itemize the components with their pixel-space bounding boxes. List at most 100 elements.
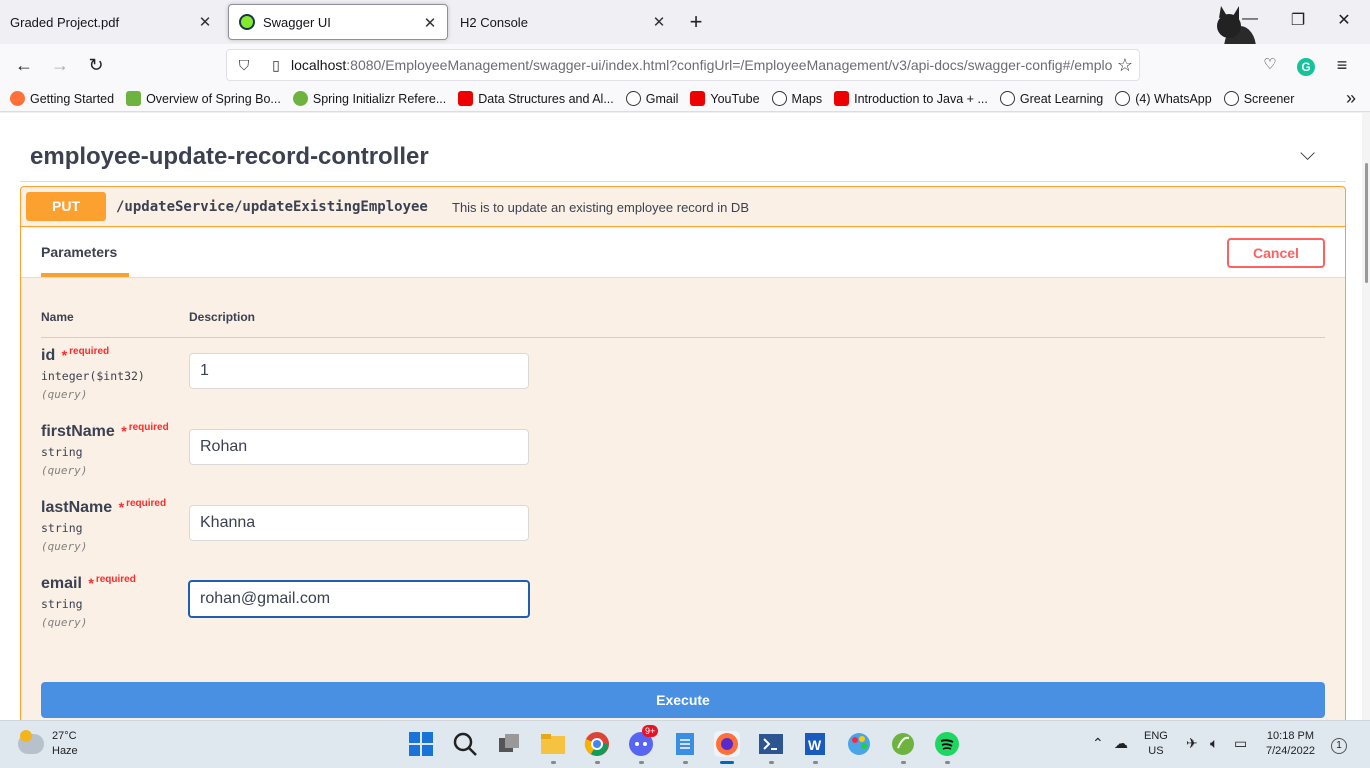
tab-strip: Graded Project.pdf ✕ Swagger UI ✕ H2 Con… bbox=[0, 0, 1370, 74]
firstname-input[interactable]: Rohan bbox=[189, 429, 529, 465]
tab-parameters[interactable]: Parameters bbox=[41, 244, 129, 277]
required-label: required bbox=[128, 422, 169, 433]
navigation-bar: ← → ↻ ⛉ ▯ localhost:8080/EmployeeManagem… bbox=[0, 44, 1370, 86]
operation-summary[interactable]: PUT /updateService/updateExistingEmploye… bbox=[21, 187, 1345, 227]
lastname-input[interactable]: Khanna bbox=[189, 505, 529, 541]
globe-icon bbox=[1223, 91, 1239, 106]
email-input[interactable]: rohan@gmail.com bbox=[188, 580, 530, 618]
back-icon[interactable]: ← bbox=[12, 53, 36, 77]
bookmark-spring-overview[interactable]: Overview of Spring Bo... bbox=[126, 91, 281, 106]
close-icon[interactable]: ✕ bbox=[650, 13, 668, 31]
pocket-icon[interactable]: ♡ bbox=[1258, 53, 1282, 77]
param-location: (query) bbox=[41, 388, 88, 401]
temperature: 27°C bbox=[52, 730, 77, 742]
volume-icon[interactable]: 🔈︎ bbox=[1210, 735, 1218, 752]
tab-h2-console[interactable]: H2 Console ✕ bbox=[450, 4, 676, 40]
param-location: (query) bbox=[41, 540, 88, 553]
tab-graded-project[interactable]: Graded Project.pdf ✕ bbox=[0, 4, 222, 40]
chrome-icon[interactable] bbox=[584, 731, 610, 764]
url-host: localhost bbox=[291, 57, 347, 73]
menu-icon[interactable]: ≡ bbox=[1330, 53, 1354, 77]
bookmark-maps[interactable]: Maps bbox=[771, 91, 822, 106]
search-icon[interactable] bbox=[452, 731, 478, 757]
powershell-icon[interactable] bbox=[758, 731, 784, 764]
scrollbar[interactable] bbox=[1362, 113, 1370, 720]
param-location: (query) bbox=[41, 464, 88, 477]
bookmark-label: Screener bbox=[1243, 91, 1295, 106]
execute-button[interactable]: Execute bbox=[41, 682, 1325, 718]
globe-icon bbox=[625, 91, 641, 106]
bookmark-great-learning[interactable]: Great Learning bbox=[999, 91, 1103, 106]
scrollbar-thumb[interactable] bbox=[1365, 163, 1368, 283]
task-view-icon[interactable] bbox=[496, 731, 522, 757]
cancel-button[interactable]: Cancel bbox=[1227, 238, 1325, 268]
time: 10:18 PM bbox=[1266, 730, 1315, 742]
required-label: required bbox=[69, 346, 110, 357]
weather-widget[interactable]: 27°C Haze bbox=[18, 729, 78, 759]
grammarly-icon[interactable]: G bbox=[1294, 53, 1318, 77]
paint-icon[interactable] bbox=[846, 731, 872, 757]
airplane-icon[interactable]: ✈ bbox=[1186, 735, 1198, 752]
page-content: employee-update-record-controller ⌵ PUT … bbox=[0, 113, 1370, 720]
column-header-name: Name bbox=[41, 310, 74, 324]
forward-icon[interactable]: → bbox=[48, 53, 72, 77]
chevron-down-icon[interactable]: ⌵ bbox=[1300, 143, 1315, 166]
chevron-up-icon[interactable]: ⌃ bbox=[1092, 735, 1104, 752]
spring-icon bbox=[126, 91, 142, 106]
bookmark-label: Overview of Spring Bo... bbox=[146, 91, 281, 106]
bookmark-spring-initializr[interactable]: Spring Initializr Refere... bbox=[292, 91, 447, 106]
window-close-icon[interactable]: ✕ bbox=[1332, 10, 1356, 30]
param-type: string bbox=[41, 521, 83, 535]
shield-icon[interactable]: ⛉ bbox=[233, 57, 255, 74]
bookmark-label: Spring Initializr Refere... bbox=[312, 91, 447, 106]
section-title[interactable]: employee-update-record-controller bbox=[30, 143, 429, 171]
operation-block: PUT /updateService/updateExistingEmploye… bbox=[20, 186, 1346, 720]
spotify-icon[interactable] bbox=[934, 731, 960, 764]
reload-icon[interactable]: ↻ bbox=[84, 53, 108, 77]
weather-icon bbox=[18, 730, 44, 754]
param-name: firstName bbox=[41, 423, 115, 440]
bookmarks-bar: Getting Started Overview of Spring Bo...… bbox=[0, 86, 1370, 112]
onedrive-icon[interactable]: ☁ bbox=[1114, 735, 1128, 752]
id-input[interactable]: 1 bbox=[189, 353, 529, 389]
notepad-icon[interactable] bbox=[672, 731, 698, 764]
bookmark-gmail[interactable]: Gmail bbox=[625, 91, 679, 106]
language-indicator[interactable]: ENG US bbox=[1144, 729, 1168, 759]
bookmark-getting-started[interactable]: Getting Started bbox=[10, 91, 114, 106]
discord-icon[interactable]: 9+ bbox=[628, 725, 659, 764]
bookmark-youtube[interactable]: YouTube bbox=[690, 91, 760, 106]
param-email: email * required string (query) bbox=[41, 574, 181, 629]
language-code: ENG bbox=[1144, 730, 1168, 742]
restore-icon[interactable]: ❐ bbox=[1286, 10, 1310, 30]
clock[interactable]: 10:18 PM 7/24/2022 bbox=[1266, 729, 1315, 759]
bookmark-star-icon[interactable]: ☆ bbox=[1117, 55, 1133, 76]
firefox-taskbar-icon[interactable] bbox=[714, 731, 740, 764]
close-icon[interactable]: ✕ bbox=[196, 13, 214, 31]
battery-icon[interactable]: ▭ bbox=[1234, 735, 1247, 752]
new-tab-icon[interactable]: + bbox=[684, 10, 708, 34]
file-explorer-icon[interactable] bbox=[540, 731, 566, 764]
tab-title: H2 Console bbox=[460, 14, 528, 30]
bookmark-screener[interactable]: Screener bbox=[1223, 91, 1295, 106]
spring-tool-icon[interactable] bbox=[890, 731, 916, 764]
youtube-icon bbox=[458, 91, 474, 106]
bookmark-label: Data Structures and Al... bbox=[478, 91, 614, 106]
bookmark-label: Introduction to Java + ... bbox=[854, 91, 988, 106]
param-firstname: firstName * required string (query) bbox=[41, 422, 181, 477]
bookmark-intro-java[interactable]: Introduction to Java + ... bbox=[834, 91, 988, 106]
word-icon[interactable]: W bbox=[802, 731, 828, 764]
bookmark-label: Gmail bbox=[645, 91, 679, 106]
bookmark-data-structures[interactable]: Data Structures and Al... bbox=[458, 91, 614, 106]
windows-start-icon[interactable] bbox=[408, 731, 434, 757]
notification-badge[interactable]: 1 bbox=[1331, 738, 1347, 754]
operation-description: This is to update an existing employee r… bbox=[452, 200, 749, 215]
param-type: string bbox=[41, 597, 83, 611]
bookmark-whatsapp[interactable]: (4) WhatsApp bbox=[1115, 91, 1212, 106]
minimize-icon[interactable]: — bbox=[1238, 10, 1262, 28]
close-icon[interactable]: ✕ bbox=[421, 14, 439, 32]
tab-swagger-ui[interactable]: Swagger UI ✕ bbox=[228, 4, 448, 40]
parameters-header: Parameters Cancel bbox=[21, 228, 1345, 278]
taskbar: 27°C Haze 9+ W ⌃ ☁ ENG US ✈ 🔈︎ ▭ 10:18 P… bbox=[0, 720, 1370, 768]
chevron-more-icon[interactable]: » bbox=[1346, 88, 1356, 109]
url-bar[interactable]: ⛉ ▯ localhost:8080/EmployeeManagement/sw… bbox=[226, 49, 1140, 81]
